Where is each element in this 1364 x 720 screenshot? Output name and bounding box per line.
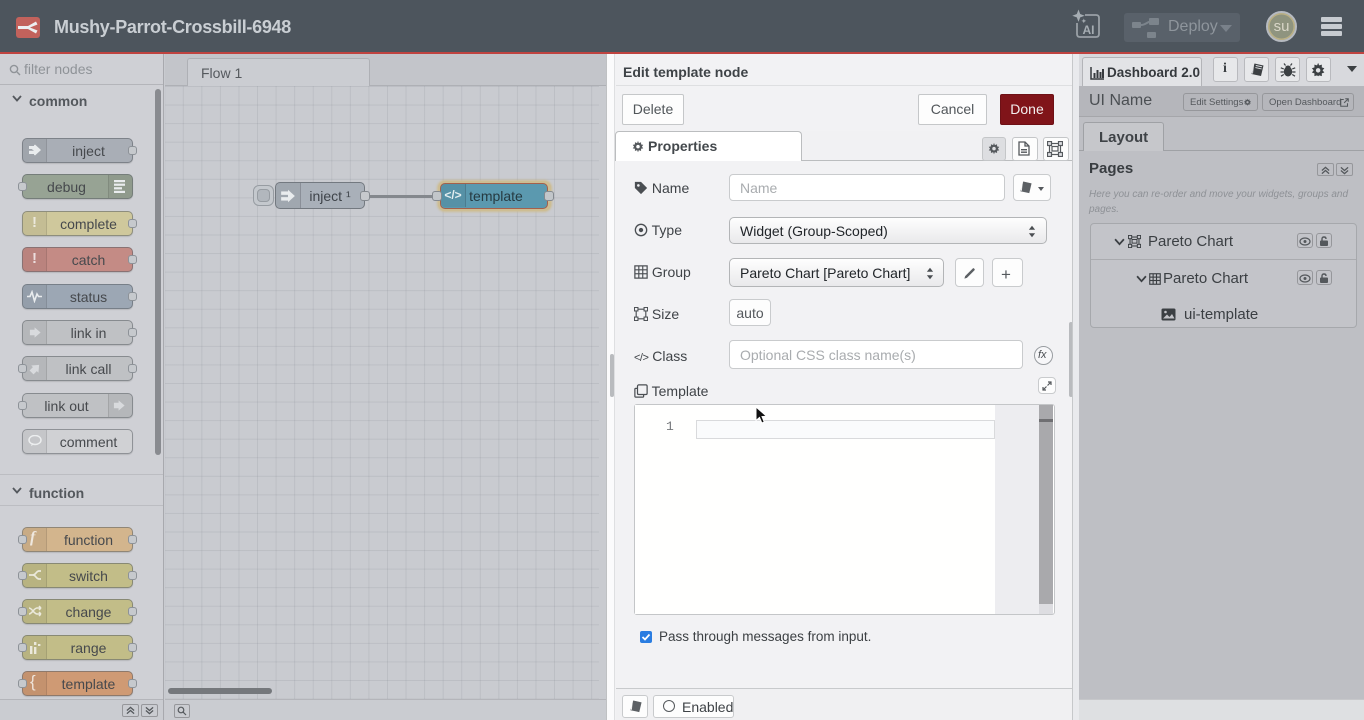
svg-text:AI: AI xyxy=(1083,23,1095,37)
